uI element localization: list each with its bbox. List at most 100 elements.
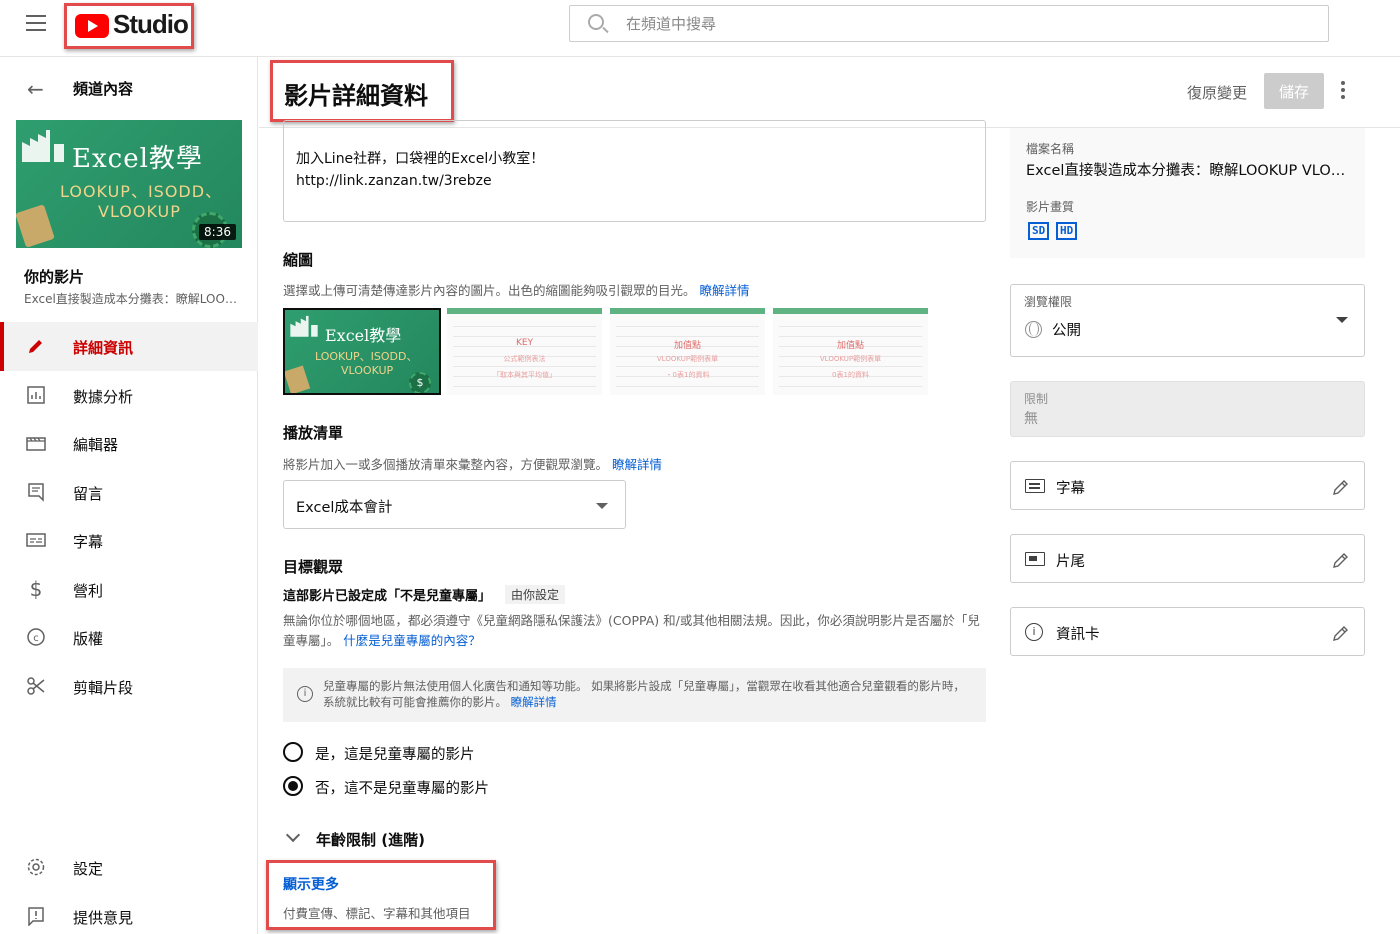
calculator-icon	[16, 204, 55, 248]
radio-button-selected[interactable]	[283, 776, 303, 796]
thumbnail-option-text: ・0表1的資料	[665, 371, 710, 379]
thumbnail-option-selected[interactable]: Excel教學 LOOKUP、ISODD、 VLOOKUP $	[283, 308, 441, 395]
sidebar-item-details[interactable]: 詳細資訊	[0, 322, 258, 371]
kids-notice-learn-more-link[interactable]: 瞭解詳情	[511, 695, 557, 709]
sidebar-item-comments[interactable]: 留言	[0, 468, 258, 517]
chevron-down-icon	[596, 503, 608, 509]
sidebar-bottom-nav: 設定 提供意見	[0, 843, 258, 934]
search-bar[interactable]	[569, 5, 1329, 42]
search-icon	[588, 14, 604, 30]
subtitles-card-label: 字幕	[1056, 481, 1085, 497]
dollar-icon: $	[29, 576, 43, 601]
sidebar-item-label: 提供意見	[73, 908, 134, 927]
thumbnail-title: Excel教學	[72, 144, 203, 174]
sd-badge: SD	[1028, 222, 1050, 240]
hd-badge: HD	[1056, 222, 1078, 240]
visibility-label: 瀏覽權限	[1024, 295, 1073, 309]
video-name: Excel直接製造成本分攤表：瞭解LOOKUP VLOOKUP	[24, 292, 239, 306]
back-to-channel-content[interactable]: ← 頻道內容	[0, 69, 258, 105]
sidebar-item-label: 營利	[73, 581, 104, 600]
undo-changes-button[interactable]: 復原變更	[1187, 82, 1247, 103]
info-icon: i	[1025, 623, 1043, 641]
sidebar-item-settings[interactable]: 設定	[0, 843, 258, 892]
sidebar-item-clips[interactable]: 剪輯片段	[0, 662, 258, 711]
sidebar-item-monetization[interactable]: $ 營利	[0, 565, 258, 614]
pencil-edit-icon[interactable]	[1331, 623, 1351, 643]
copyright-icon: c	[27, 628, 45, 646]
kids-notice-text: 兒童專屬的影片無法使用個人化廣告和通知等功能。 如果將影片設成「兒童專屬」，當觀…	[323, 678, 973, 710]
back-arrow-icon: ←	[27, 77, 44, 101]
sidebar-item-feedback[interactable]: 提供意見	[0, 892, 258, 934]
comment-icon	[28, 482, 44, 502]
chevron-down-icon	[1336, 317, 1348, 323]
end-screen-card-label: 片尾	[1056, 554, 1085, 570]
thumbnail-line2: VLOOKUP	[98, 202, 181, 221]
sidebar-item-label: 編輯器	[73, 436, 119, 454]
radio-button[interactable]	[283, 742, 303, 762]
radio-label: 是，這是兒童專屬的影片	[315, 747, 475, 763]
info-cards-card[interactable]: i 資訊卡	[1010, 607, 1365, 656]
thumbnail-option-text: VLOOKUP範例表單	[819, 355, 882, 363]
save-button[interactable]: 儲存	[1264, 73, 1324, 109]
menu-icon[interactable]	[26, 15, 46, 31]
studio-logo[interactable]: Studio	[64, 3, 194, 49]
factory-icon	[290, 315, 318, 337]
video-quality-label: 影片畫質	[1026, 200, 1075, 214]
playlist-select[interactable]: Excel成本會計	[283, 480, 626, 529]
back-label: 頻道內容	[73, 80, 134, 98]
restrictions-field: 限制 無	[1010, 381, 1365, 437]
audience-section-title: 目標觀眾	[283, 558, 344, 576]
sidebar: ← 頻道內容 Excel教學 LOOKUP、ISODD、 VLOOKUP 8:3…	[0, 57, 258, 934]
description-line: 加入Line社群，口袋裡的Excel小教室！	[296, 151, 545, 167]
playlist-selected-value: Excel成本會計	[296, 500, 393, 516]
description-field[interactable]: 加入Line社群，口袋裡的Excel小教室！ http://link.zanza…	[283, 120, 986, 222]
dollar-coin-icon: $	[409, 372, 431, 393]
playlist-section-title: 播放清單	[283, 424, 344, 442]
sidebar-item-analytics[interactable]: 數據分析	[0, 371, 258, 420]
sidebar-item-editor[interactable]: 編輯器	[0, 419, 258, 468]
chevron-down-icon	[285, 827, 301, 843]
info-icon: i	[297, 686, 313, 702]
description-link: http://link.zanzan.tw/3rebze	[296, 173, 492, 189]
thumbnail-option-3[interactable]: 加值點 VLOOKUP範例表單 ・0表1的資料	[610, 308, 765, 395]
sidebar-item-label: 留言	[73, 484, 104, 503]
video-meta-card: 檔案名稱 Excel直接製造成本分攤表：瞭解LOOKUP VLOOKUP 影片畫…	[1010, 128, 1365, 258]
pencil-edit-icon[interactable]	[1331, 550, 1351, 570]
more-options-icon[interactable]	[1341, 81, 1347, 101]
show-more-link[interactable]: 顯示更多	[283, 874, 339, 894]
pencil-edit-icon[interactable]	[1331, 477, 1351, 497]
page-header: 影片詳細資料 復原變更 儲存	[259, 57, 1400, 128]
thumbnail-option-line1: LOOKUP、ISODD、	[315, 350, 418, 363]
sidebar-item-label: 剪輯片段	[73, 678, 134, 697]
show-more-description: 付費宣傳、標記、字幕和其他項目	[283, 906, 471, 921]
sidebar-item-subtitles[interactable]: 字幕	[0, 516, 258, 565]
radio-label: 否，這不是兒童專屬的影片	[315, 781, 489, 797]
playlist-help: 將影片加入一或多個播放清單來彙整內容，方便觀眾瀏覽。 瞭解詳情	[283, 454, 662, 473]
audience-status: 這部影片已設定成「不是兒童專屬」	[283, 589, 492, 604]
top-bar: Studio	[0, 0, 1400, 57]
thumbnail-help-text: 選擇或上傳可清楚傳達影片內容的圖片。出色的縮圖能夠吸引觀眾的目光。	[283, 283, 696, 298]
studio-logo-text: Studio	[113, 9, 189, 39]
filename-value: Excel直接製造成本分攤表：瞭解LOOKUP VLOOKUP	[1026, 163, 1351, 179]
playlist-learn-more-link[interactable]: 瞭解詳情	[612, 457, 662, 472]
kids-notice: i 兒童專屬的影片無法使用個人化廣告和通知等功能。 如果將影片設成「兒童專屬」，…	[283, 668, 986, 722]
end-screen-icon	[1025, 552, 1045, 566]
subtitles-card[interactable]: 字幕	[1010, 461, 1365, 510]
visibility-select[interactable]: 瀏覽權限 公開	[1010, 284, 1365, 357]
subtitles-icon	[26, 533, 46, 547]
sidebar-item-copyright[interactable]: c 版權	[0, 613, 258, 662]
thumbnail-learn-more-link[interactable]: 瞭解詳情	[700, 283, 750, 298]
end-screen-card[interactable]: 片尾	[1010, 534, 1365, 583]
pencil-icon	[29, 340, 42, 353]
thumbnail-option-4[interactable]: 加值點 VLOOKUP範例表單 0表1的資料	[773, 308, 928, 395]
clapperboard-icon	[26, 437, 46, 451]
thumbnail-option-text: 公式範例表法	[503, 355, 546, 363]
set-by-badge: 由你設定	[505, 585, 566, 604]
sidebar-item-label: 字幕	[73, 533, 104, 551]
video-thumbnail[interactable]: Excel教學 LOOKUP、ISODD、 VLOOKUP 8:36	[16, 120, 242, 248]
thumbnail-option-2[interactable]: KEY 公式範例表法 「取本與其平均值」	[447, 308, 602, 395]
thumbnail-option-title: Excel教學	[325, 326, 402, 345]
made-for-kids-link[interactable]: 什麼是兒童專屬的內容？	[343, 633, 481, 648]
search-input[interactable]	[626, 11, 1306, 37]
coppa-text: 無論你位於哪個地區，都必須遵守《兒童網路隱私保護法》(COPPA) 和/或其他相…	[283, 611, 988, 651]
